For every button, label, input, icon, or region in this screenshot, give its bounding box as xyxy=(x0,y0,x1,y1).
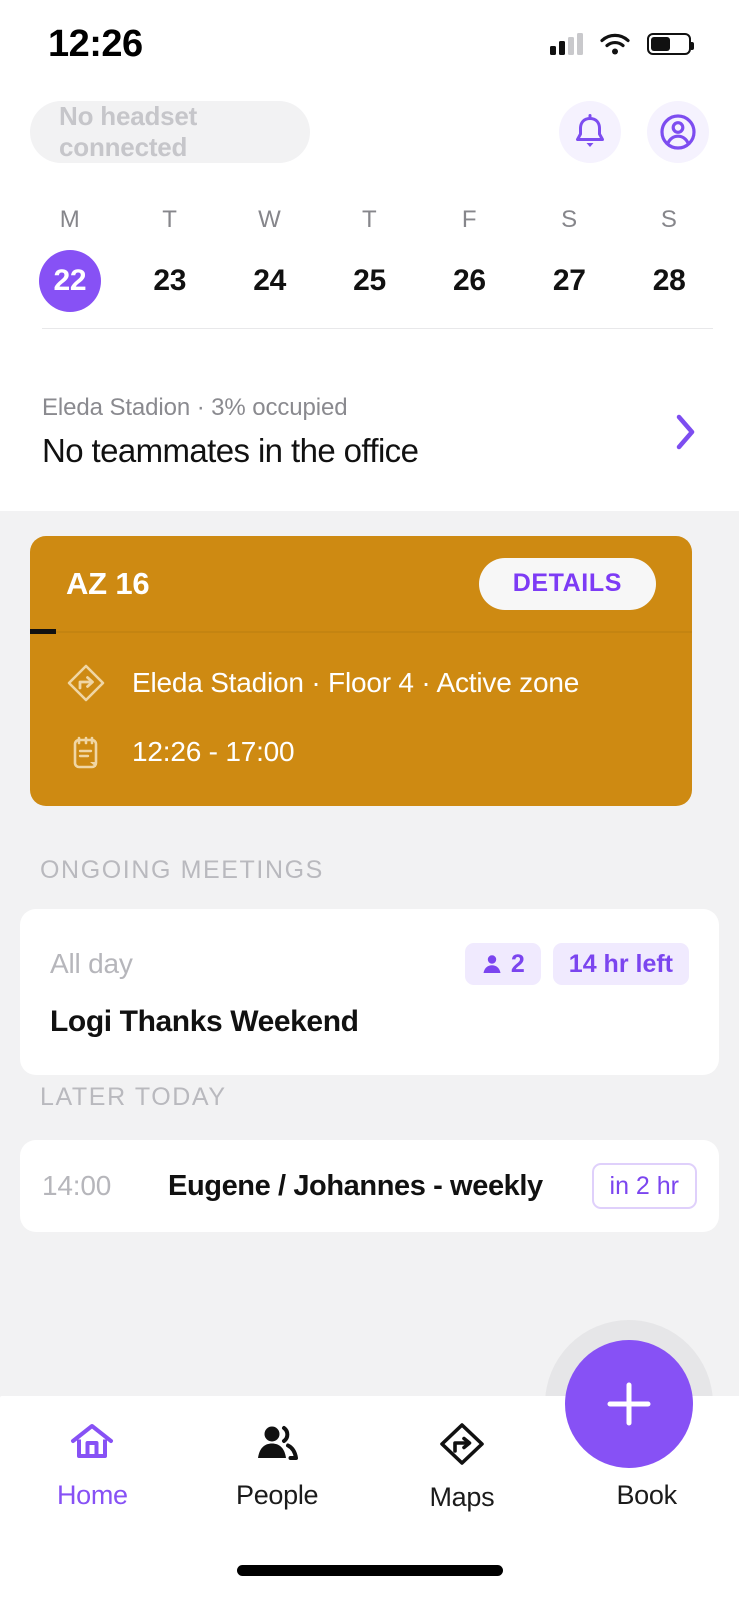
battery-icon xyxy=(647,33,694,55)
day-number-label: 27 xyxy=(552,264,586,297)
nav-item-maps[interactable]: Maps xyxy=(370,1396,555,1546)
day-number[interactable]: 23 xyxy=(139,250,201,312)
day-cell-sun[interactable]: S 28 xyxy=(619,176,719,312)
day-cell-fri[interactable]: F 26 xyxy=(419,176,519,312)
people-icon xyxy=(258,1426,299,1460)
time-left-badge: 14 hr left xyxy=(552,943,689,985)
day-number-selected[interactable]: 22 xyxy=(38,250,101,312)
cellular-signal-icon xyxy=(550,33,583,55)
ongoing-meeting-badges: 2 14 hr left xyxy=(464,943,689,985)
desk-booking-icon xyxy=(73,736,98,769)
booking-title: AZ 16 xyxy=(66,565,150,601)
booking-time-text: 12:26 - 17:00 xyxy=(132,736,295,767)
status-bar: 12:26 xyxy=(0,0,739,88)
day-of-week-label: S xyxy=(561,206,578,233)
week-strip: M 22 T 23 W 24 T 25 F 26 S 27 S 28 xyxy=(0,176,739,352)
day-number[interactable]: 25 xyxy=(339,250,401,312)
nav-label-maps: Maps xyxy=(429,1482,495,1512)
account-button[interactable] xyxy=(647,101,709,163)
day-number[interactable]: 27 xyxy=(538,250,600,312)
nav-item-home[interactable]: Home xyxy=(0,1396,185,1546)
booking-card-header: AZ 16 DETAILS xyxy=(30,536,692,631)
ongoing-meeting-top: All day 2 14 hr left xyxy=(50,943,689,985)
bell-icon xyxy=(576,114,604,147)
maps-diamond-icon xyxy=(440,1423,484,1465)
day-cell-tue[interactable]: T 23 xyxy=(120,176,220,312)
home-icon xyxy=(71,1424,114,1458)
main-content: AZ 16 DETAILS Eleda Stadion · Floor 4 · … xyxy=(0,511,739,1600)
day-of-week-label: M xyxy=(59,206,81,233)
week-days-row: M 22 T 23 W 24 T 25 F 26 S 27 S 28 xyxy=(0,176,739,312)
nav-label-home: Home xyxy=(56,1480,128,1510)
ongoing-meeting-title: Logi Thanks Weekend xyxy=(50,1005,359,1038)
later-today-label: LATER TODAY xyxy=(40,1083,227,1111)
ongoing-meeting-time: All day xyxy=(50,948,133,979)
day-of-week-label: F xyxy=(461,206,477,233)
occupancy-subtitle: Eleda Stadion · 3% occupied xyxy=(42,393,348,421)
account-circle-icon xyxy=(660,114,696,150)
day-number[interactable]: 28 xyxy=(638,250,700,312)
day-number-label: 23 xyxy=(153,264,187,297)
plus-icon xyxy=(607,1382,651,1426)
booking-location-row: Eleda Stadion · Floor 4 · Active zone xyxy=(66,663,656,703)
later-meeting-time: 14:00 xyxy=(42,1170,112,1201)
day-of-week-label: W xyxy=(258,206,282,233)
day-number-label: 26 xyxy=(452,264,486,297)
day-cell-sat[interactable]: S 27 xyxy=(519,176,619,312)
day-number-label: 28 xyxy=(652,264,686,297)
chevron-right-icon[interactable] xyxy=(675,413,697,451)
time-left-label: 14 hr left xyxy=(568,949,673,978)
booking-time-row: 12:26 - 17:00 xyxy=(66,732,656,772)
day-number-label: 24 xyxy=(253,264,287,297)
nav-item-people[interactable]: People xyxy=(185,1396,370,1546)
day-number[interactable]: 26 xyxy=(438,250,500,312)
attendees-badge: 2 xyxy=(464,943,541,985)
day-cell-wed[interactable]: W 24 xyxy=(220,176,320,312)
day-number[interactable]: 24 xyxy=(239,250,301,312)
booking-location-text: Eleda Stadion · Floor 4 · Active zone xyxy=(132,667,580,698)
booking-details-label: DETAILS xyxy=(512,569,622,597)
day-of-week-label: T xyxy=(362,206,377,233)
status-bar-clock: 12:26 xyxy=(48,22,143,65)
book-fab-button[interactable] xyxy=(565,1340,693,1468)
nav-label-book: Book xyxy=(616,1480,677,1510)
attendees-count: 2 xyxy=(510,949,525,978)
person-icon xyxy=(483,955,501,973)
week-strip-divider xyxy=(42,328,713,329)
starts-in-label: in 2 hr xyxy=(609,1171,679,1200)
ongoing-meetings-label: ONGOING MEETINGS xyxy=(40,856,324,884)
booking-card-body: Eleda Stadion · Floor 4 · Active zone 12… xyxy=(30,633,692,806)
ongoing-meeting-card[interactable]: All day 2 14 hr left Logi Thanks Weekend xyxy=(20,909,719,1075)
occupancy-text: Eleda Stadion · 3% occupied No teammates… xyxy=(42,394,675,470)
occupancy-title: No teammates in the office xyxy=(42,431,419,469)
later-meeting-title: Eugene / Johannes - weekly xyxy=(168,1169,543,1202)
app-header: No headset connected xyxy=(0,88,739,176)
occupancy-row[interactable]: Eleda Stadion · 3% occupied No teammates… xyxy=(0,352,739,511)
nav-label-people: People xyxy=(235,1480,319,1510)
wayfinding-diamond-icon xyxy=(67,664,105,702)
headset-status-pill[interactable]: No headset connected xyxy=(30,101,310,163)
day-cell-mon[interactable]: M 22 xyxy=(20,176,120,312)
headset-status-label: No headset connected xyxy=(59,101,198,162)
day-number-label: 25 xyxy=(353,264,386,297)
status-bar-icons xyxy=(550,33,694,55)
booking-details-button[interactable]: DETAILS xyxy=(478,557,656,610)
booking-card-divider xyxy=(30,629,692,634)
app-screen: 12:26 No headset connected M 22 T 23 W 2… xyxy=(0,0,739,1600)
notifications-button[interactable] xyxy=(559,101,621,163)
day-of-week-label: S xyxy=(660,206,678,233)
wifi-icon xyxy=(600,33,630,55)
later-meeting-card[interactable]: 14:00 Eugene / Johannes - weekly in 2 hr xyxy=(20,1140,719,1232)
day-cell-thu[interactable]: T 25 xyxy=(320,176,420,312)
active-booking-card[interactable]: AZ 16 DETAILS Eleda Stadion · Floor 4 · … xyxy=(30,536,692,806)
starts-in-badge: in 2 hr xyxy=(591,1163,697,1209)
day-of-week-label: T xyxy=(162,206,178,233)
home-indicator xyxy=(236,1565,503,1576)
day-number-label: 22 xyxy=(53,264,87,297)
